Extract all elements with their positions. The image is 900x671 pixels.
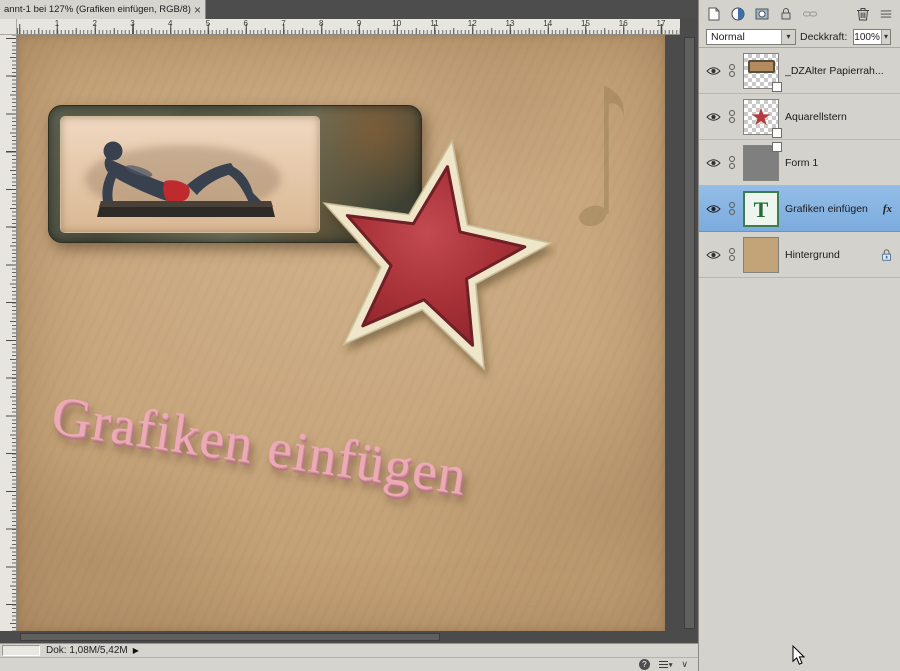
status-bar: Dok: 1,08M/5,42M ▶: [0, 643, 698, 657]
music-note-graphic: [577, 55, 633, 233]
ruler-number: 2: [93, 19, 97, 28]
link-icon[interactable]: [727, 64, 737, 77]
ruler-number: 8: [319, 19, 323, 28]
canvas-headline-text: Grafiken einfügen: [48, 383, 471, 507]
layer-row-aquarellstern[interactable]: ★ Aquarellstern: [699, 94, 900, 140]
collapse-chevron-icon[interactable]: ∨: [681, 659, 688, 670]
document-area: annt-1 bei 127% (Grafiken einfügen, RGB/…: [0, 0, 698, 671]
layers-panel: Normal ▾ Deckkraft: 100% ▾ _DZAlter Papi…: [698, 0, 900, 671]
thumbnail-badge-icon: [772, 128, 782, 138]
layers-list: _DZAlter Papierrah... ★ Aquarellstern: [699, 48, 900, 278]
visibility-eye-icon[interactable]: [705, 66, 721, 76]
visibility-eye-icon[interactable]: [705, 204, 721, 214]
ruler-number: 5: [206, 19, 210, 28]
ruler-corner: [0, 19, 17, 35]
layer-thumbnail[interactable]: ★: [743, 99, 779, 135]
canvas[interactable]: Grafiken einfügen: [17, 35, 665, 631]
canvas-gutter: [665, 35, 698, 631]
ruler-number: 16: [619, 19, 628, 28]
layer-thumbnail[interactable]: [743, 53, 779, 89]
layer-name: Hintergrund: [785, 249, 874, 261]
star-graphic: [305, 134, 557, 386]
ruler-number: 6: [244, 19, 248, 28]
ruler-major-ticks: [6, 35, 16, 631]
link-icon[interactable]: [727, 156, 737, 169]
ruler-number: 4: [168, 19, 172, 28]
link-icon[interactable]: [727, 110, 737, 123]
visibility-eye-icon[interactable]: [705, 112, 721, 122]
layer-row-grafiken-einfuegen[interactable]: T Grafiken einfügen fx: [699, 186, 900, 232]
ruler-number: 9: [357, 19, 361, 28]
ruler-number: 14: [543, 19, 552, 28]
mouse-cursor: [792, 645, 805, 666]
ruler-row: 1234567891011121314151617: [0, 19, 698, 35]
ruler-gap: [680, 19, 698, 35]
document-view: Grafiken einfügen: [0, 35, 698, 631]
layer-row-dzalter-papierrahmen[interactable]: _DZAlter Papierrah...: [699, 48, 900, 94]
ruler-number: 1: [55, 19, 59, 28]
thumbnail-badge-icon: [772, 142, 782, 152]
bottom-bar: ? ▾ ∨: [0, 657, 698, 671]
ruler-number: 15: [581, 19, 590, 28]
layer-name: Form 1: [785, 157, 894, 169]
opacity-label: Deckkraft:: [800, 31, 847, 43]
ruler-number: 13: [506, 19, 515, 28]
lock-icon[interactable]: [778, 6, 794, 22]
panel-options-icon[interactable]: [879, 7, 893, 21]
layer-thumbnail[interactable]: [743, 145, 779, 181]
link-layers-icon[interactable]: [802, 6, 818, 22]
ruler-number: 11: [430, 19, 438, 28]
ruler-number: 17: [657, 19, 666, 28]
layer-thumbnail[interactable]: T: [743, 191, 779, 227]
document-tab[interactable]: annt-1 bei 127% (Grafiken einfügen, RGB/…: [0, 0, 206, 19]
layer-name: Grafiken einfügen: [785, 203, 877, 215]
blend-mode-value: Normal: [707, 31, 781, 43]
layer-row-form-1[interactable]: Form 1: [699, 140, 900, 186]
opacity-value: 100%: [854, 32, 881, 43]
layer-name: _DZAlter Papierrah...: [785, 65, 894, 77]
chevron-down-icon[interactable]: ▾: [881, 30, 890, 44]
ruler-number: 7: [281, 19, 285, 28]
paper-frame-thumb-graphic: [748, 60, 775, 73]
new-layer-icon[interactable]: [706, 6, 722, 22]
chevron-down-icon[interactable]: ▾: [781, 30, 795, 44]
background-lock-icon: [880, 248, 894, 262]
application-window: annt-1 bei 127% (Grafiken einfügen, RGB/…: [0, 0, 900, 671]
layer-effects-fx-icon[interactable]: fx: [883, 203, 892, 215]
layer-name: Aquarellstern: [785, 111, 894, 123]
link-icon[interactable]: [727, 202, 737, 215]
layers-panel-toolbar: [699, 0, 900, 27]
document-tab-title: annt-1 bei 127% (Grafiken einfügen, RGB/…: [4, 4, 191, 15]
layers-panel-controls: Normal ▾ Deckkraft: 100% ▾: [699, 27, 900, 48]
ruler-number: 12: [468, 19, 477, 28]
blend-mode-select[interactable]: Normal ▾: [706, 29, 796, 45]
zoom-field[interactable]: [2, 645, 40, 656]
status-options-arrow-icon[interactable]: ▶: [133, 646, 139, 655]
vertical-scrollbar[interactable]: [684, 37, 695, 629]
delete-layer-trash-icon[interactable]: [855, 6, 871, 22]
taskbar-menu-icon[interactable]: ▾: [659, 661, 673, 669]
horizontal-scrollbar-thumb[interactable]: [20, 633, 440, 641]
vertical-ruler: [0, 35, 17, 631]
thumbnail-badge-icon: [772, 82, 782, 92]
layer-thumbnail[interactable]: [743, 237, 779, 273]
tab-close-icon[interactable]: ×: [194, 4, 201, 16]
text-layer-thumb-glyph: T: [745, 197, 777, 223]
opacity-field[interactable]: 100% ▾: [853, 29, 891, 45]
ruler-number: 10: [392, 19, 401, 28]
layer-mask-icon[interactable]: [754, 6, 770, 22]
horizontal-scrollbar[interactable]: [0, 631, 698, 643]
sculpture-graphic: [61, 117, 319, 232]
adjustment-layer-icon[interactable]: [730, 6, 746, 22]
horizontal-ruler: 1234567891011121314151617: [17, 19, 680, 35]
ruler-number: 3: [130, 19, 134, 28]
sculpture-photo: [61, 117, 319, 232]
visibility-eye-icon[interactable]: [705, 250, 721, 260]
tab-bar: annt-1 bei 127% (Grafiken einfügen, RGB/…: [0, 0, 698, 19]
link-icon[interactable]: [727, 248, 737, 261]
help-icon[interactable]: ?: [639, 659, 650, 670]
visibility-eye-icon[interactable]: [705, 158, 721, 168]
layer-row-hintergrund[interactable]: Hintergrund: [699, 232, 900, 278]
document-size-info: Dok: 1,08M/5,42M: [46, 645, 128, 656]
